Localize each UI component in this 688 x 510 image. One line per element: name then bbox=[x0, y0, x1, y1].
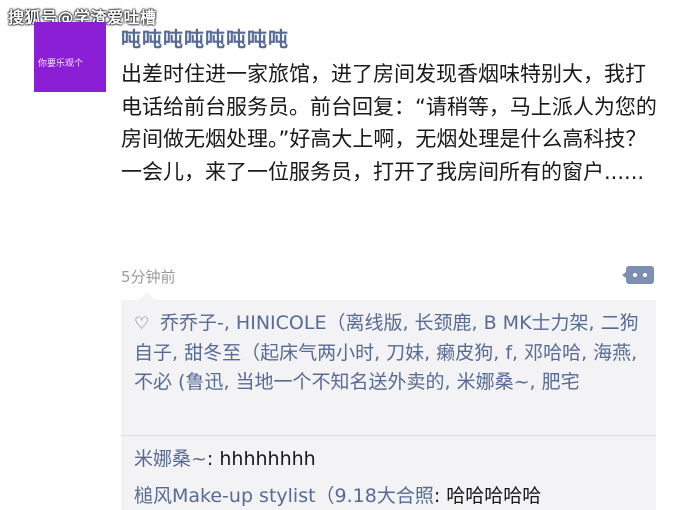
avatar[interactable]: 你要乐观个 bbox=[34, 22, 106, 92]
post-text: 出差时住进一家旅馆，进了房间发现香烟味特别大，我打电话给前台服务员。前台回复：“… bbox=[121, 62, 657, 184]
post-time: 5分钟前 bbox=[121, 268, 176, 286]
interaction-panel: ♡ 乔乔子-, HINICOLE（离线版, 长颈鹿, B MK士力架, 二狗自子,… bbox=[121, 292, 656, 510]
comment-icon[interactable] bbox=[622, 266, 654, 284]
comment-text: : hhhhhhhh bbox=[206, 448, 316, 470]
comment-item[interactable]: 米娜桑~: hhhhhhhh bbox=[134, 444, 316, 471]
comment-item[interactable]: 槌风Make-up stylist（9.18大合照: 哈哈哈哈哈 bbox=[134, 481, 541, 508]
heart-outline-icon: ♡ bbox=[134, 314, 150, 334]
divider bbox=[121, 435, 656, 436]
likes-names[interactable]: 乔乔子-, HINICOLE（离线版, 长颈鹿, B MK士力架, 二狗自子, … bbox=[134, 312, 643, 393]
likes-list: ♡ 乔乔子-, HINICOLE（离线版, 长颈鹿, B MK士力架, 二狗自子,… bbox=[134, 309, 650, 397]
avatar-text: 你要乐观个 bbox=[38, 59, 84, 69]
comment-author[interactable]: 米娜桑~ bbox=[134, 448, 207, 470]
comment-icon-dot bbox=[643, 273, 647, 277]
author-nickname[interactable]: 吨吨吨吨吨吨吨吨 bbox=[121, 23, 289, 52]
comment-icon-tail bbox=[622, 272, 626, 278]
comment-icon-dot bbox=[633, 273, 637, 277]
comment-text: : 哈哈哈哈哈 bbox=[433, 485, 542, 507]
comment-author[interactable]: 槌风Make-up stylist（9.18大合照 bbox=[134, 485, 434, 507]
